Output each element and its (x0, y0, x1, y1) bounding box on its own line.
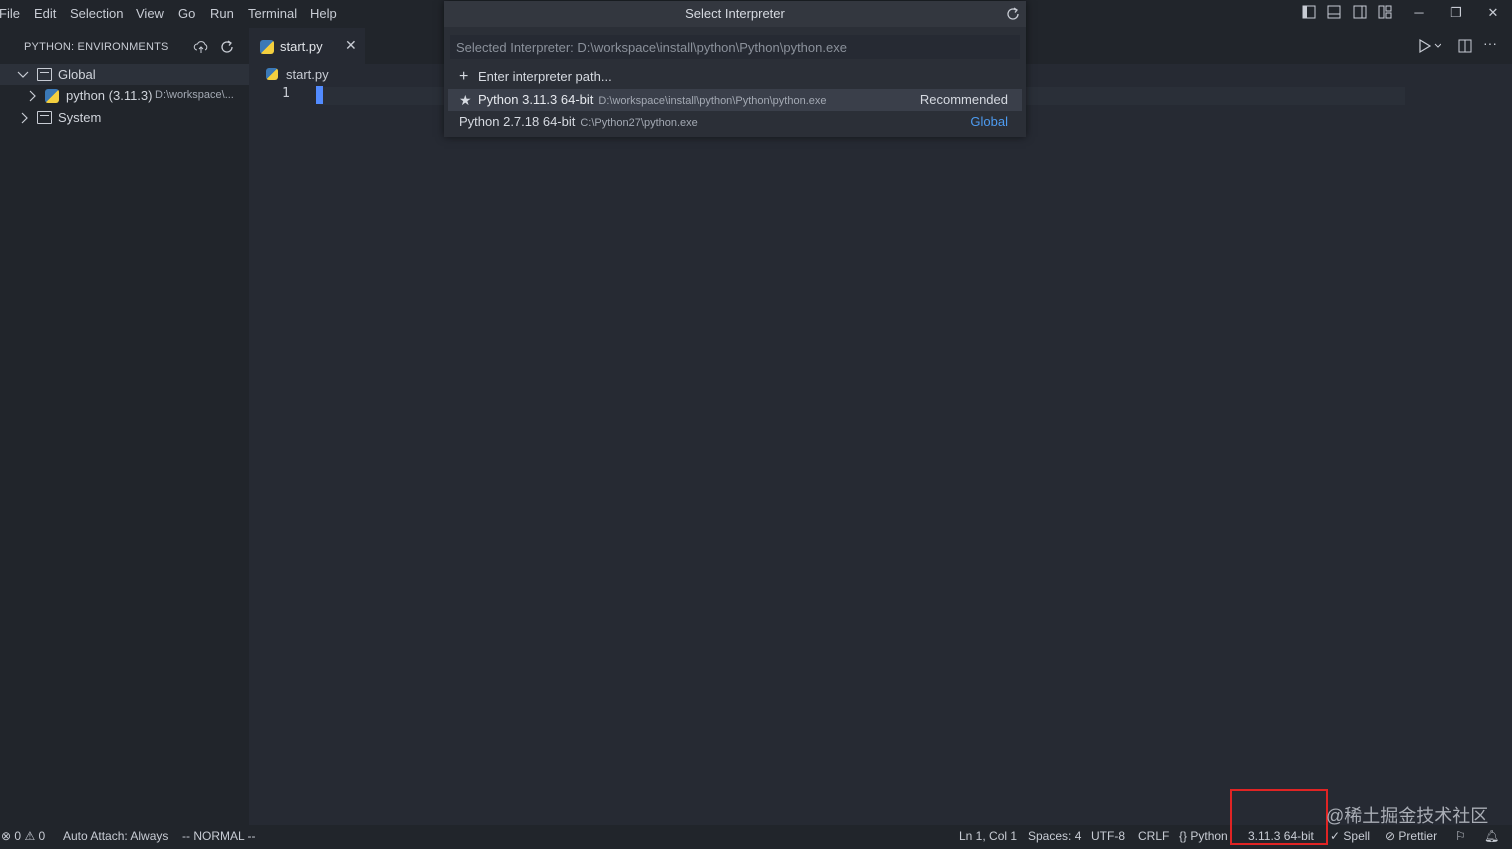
minimize-icon[interactable]: ─ (1408, 4, 1430, 22)
restore-icon[interactable]: ❐ (1445, 4, 1467, 22)
menu-go[interactable]: Go (178, 6, 195, 21)
toggle-sidebar-icon[interactable] (1301, 4, 1323, 22)
auto-attach-status[interactable]: Auto Attach: Always (63, 829, 168, 843)
chevron-right-icon (27, 85, 37, 106)
select-interpreter-quick-pick: Select Interpreter Selected Interpreter:… (444, 1, 1026, 137)
folder-library-icon (37, 111, 52, 124)
quick-pick-title: Select Interpreter (444, 1, 1026, 27)
item-text: Python 3.11.3 64-bit D:\workspace\install… (478, 89, 826, 112)
encoding-status[interactable]: UTF-8 (1091, 829, 1125, 843)
item-description: D:\workspace\install\python\Python\pytho… (598, 95, 827, 107)
indentation-status[interactable]: Spaces: 4 (1028, 829, 1081, 843)
cursor-position-status[interactable]: Ln 1, Col 1 (959, 829, 1017, 843)
run-python-file-icon[interactable] (1417, 38, 1441, 54)
menu-file[interactable]: File (0, 6, 20, 21)
editor-area[interactable]: start.py 1 (249, 64, 1512, 825)
chevron-right-icon (19, 107, 29, 128)
tree-item-python[interactable]: python (3.11.3) D:\workspace\... (0, 85, 249, 106)
warning-icon: ⚠ (24, 829, 36, 843)
menu-edit[interactable]: Edit (34, 6, 56, 21)
input-placeholder: Selected Interpreter: D:\workspace\insta… (456, 40, 847, 55)
refresh-icon[interactable] (219, 39, 235, 55)
chevron-down-icon (17, 64, 29, 85)
prettier-label: Prettier (1398, 829, 1438, 843)
text-cursor (316, 86, 323, 104)
global-tag: Global (970, 114, 1008, 129)
menu-run[interactable]: Run (210, 6, 234, 21)
quick-pick-item-python-3-11[interactable]: ★ Python 3.11.3 64-bit D:\workspace\insta… (448, 89, 1022, 111)
toggle-secondary-sidebar-icon[interactable] (1352, 4, 1374, 22)
watermark: @稀土掘金技术社区 (1326, 806, 1489, 826)
plus-icon: + (459, 68, 469, 85)
quick-pick-item-enter-path[interactable]: + Enter interpreter path... (448, 66, 1022, 88)
sidebar-title: PYTHON: ENVIRONMENTS (24, 41, 169, 53)
check-icon: ✓ (1330, 829, 1341, 843)
python-file-icon (260, 40, 274, 54)
tree-item-system[interactable]: System (0, 107, 249, 128)
breadcrumb[interactable]: start.py (286, 67, 329, 82)
interpreter-search-input[interactable]: Selected Interpreter: D:\workspace\insta… (450, 35, 1020, 59)
refresh-icon[interactable] (1005, 6, 1021, 22)
menu-help[interactable]: Help (310, 6, 337, 21)
spell-status[interactable]: ✓ Spell (1330, 829, 1370, 843)
folder-library-icon (37, 68, 52, 81)
customize-layout-icon[interactable] (1377, 4, 1399, 22)
item-description: C:\Python27\python.exe (580, 117, 698, 129)
item-label: Python 3.11.3 64-bit (478, 92, 594, 107)
recommended-tag: Recommended (919, 92, 1008, 107)
feedback-icon[interactable]: ⚐ (1455, 829, 1466, 843)
tab-start-py[interactable]: start.py ✕ (249, 28, 365, 65)
prettier-status[interactable]: ⊘ Prettier (1385, 829, 1437, 843)
problems-indicator[interactable]: ⊗ 0 ⚠ 0 (1, 829, 45, 843)
item-text: Python 2.7.18 64-bit C:\Python27\python.e… (459, 111, 698, 134)
item-label: Enter interpreter path... (478, 69, 612, 84)
menu-selection[interactable]: Selection (70, 6, 123, 21)
error-icon: ⊗ (1, 829, 12, 843)
language-mode-status[interactable]: {} Python (1179, 829, 1229, 843)
close-tab-icon[interactable]: ✕ (345, 37, 357, 54)
create-environment-icon[interactable] (193, 39, 209, 55)
error-count: 0 (14, 829, 22, 843)
tree-item-label: Global (58, 67, 96, 82)
toggle-panel-icon[interactable] (1326, 4, 1348, 22)
sidebar: PYTHON: ENVIRONMENTS Global python (3.11… (0, 28, 249, 825)
line-number: 1 (282, 86, 290, 101)
more-actions-icon[interactable]: ··· (1483, 35, 1497, 51)
vim-mode-status: -- NORMAL -- (182, 829, 256, 843)
prettier-icon: ⊘ (1385, 829, 1396, 843)
menu-view[interactable]: View (136, 6, 164, 21)
tree-item-label: System (58, 110, 102, 125)
spell-label: Spell (1343, 829, 1371, 843)
split-editor-icon[interactable] (1457, 38, 1473, 54)
annotation-highlight-box (1230, 789, 1328, 845)
menu-terminal[interactable]: Terminal (248, 6, 297, 21)
item-label: Python 2.7.18 64-bit (459, 114, 576, 129)
notifications-bell-icon[interactable]: 🔔︎ (1484, 829, 1499, 843)
tab-label: start.py (280, 39, 323, 54)
close-window-icon[interactable]: ✕ (1482, 4, 1504, 22)
quick-pick-item-python-2-7[interactable]: Python 2.7.18 64-bit C:\Python27\python.e… (448, 111, 1022, 133)
tree-item-detail: D:\workspace\... (155, 89, 234, 101)
tree-item-global[interactable]: Global (0, 64, 249, 85)
star-icon: ★ (459, 92, 472, 108)
eol-status[interactable]: CRLF (1138, 829, 1169, 843)
python-icon (45, 89, 59, 103)
python-file-icon (266, 68, 278, 80)
braces-icon: {} (1179, 829, 1188, 843)
tree-item-label: python (3.11.3) (66, 88, 153, 103)
warning-count: 0 (38, 829, 46, 843)
language-label: Python (1190, 829, 1228, 843)
